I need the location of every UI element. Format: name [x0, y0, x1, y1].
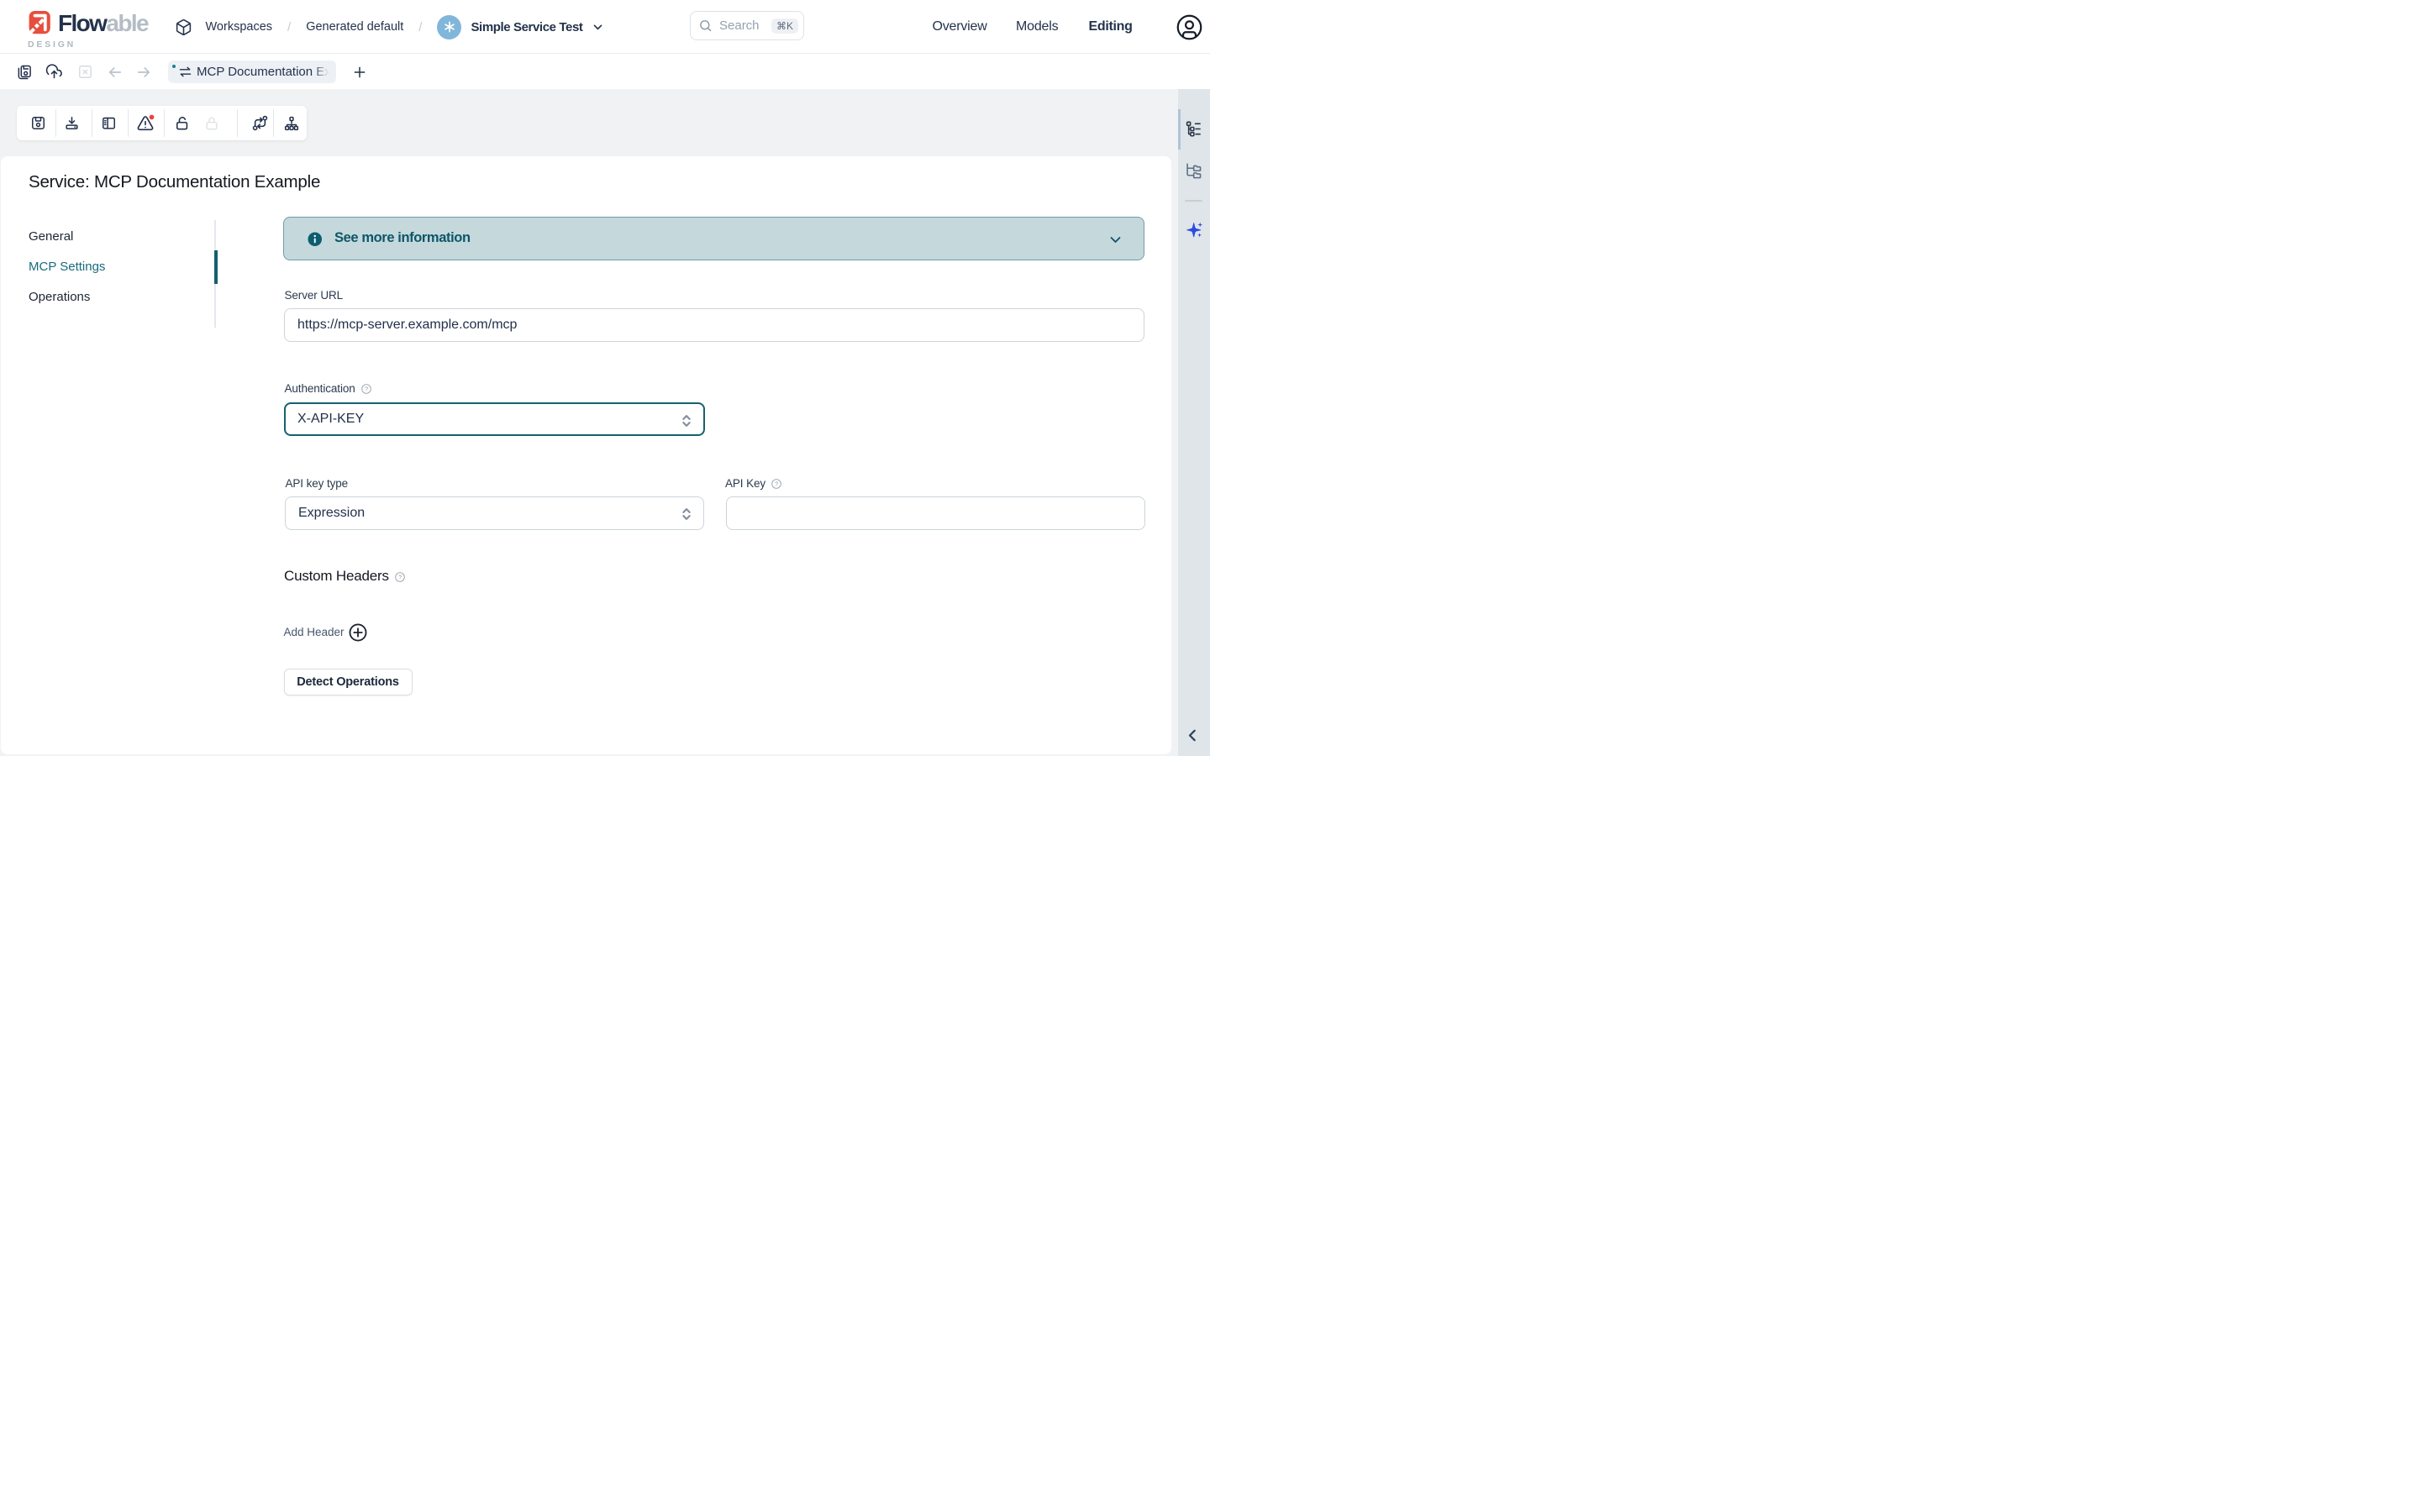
svg-text:?: ? — [398, 575, 402, 580]
svg-text:?: ? — [775, 481, 778, 487]
svg-text:?: ? — [365, 386, 368, 392]
